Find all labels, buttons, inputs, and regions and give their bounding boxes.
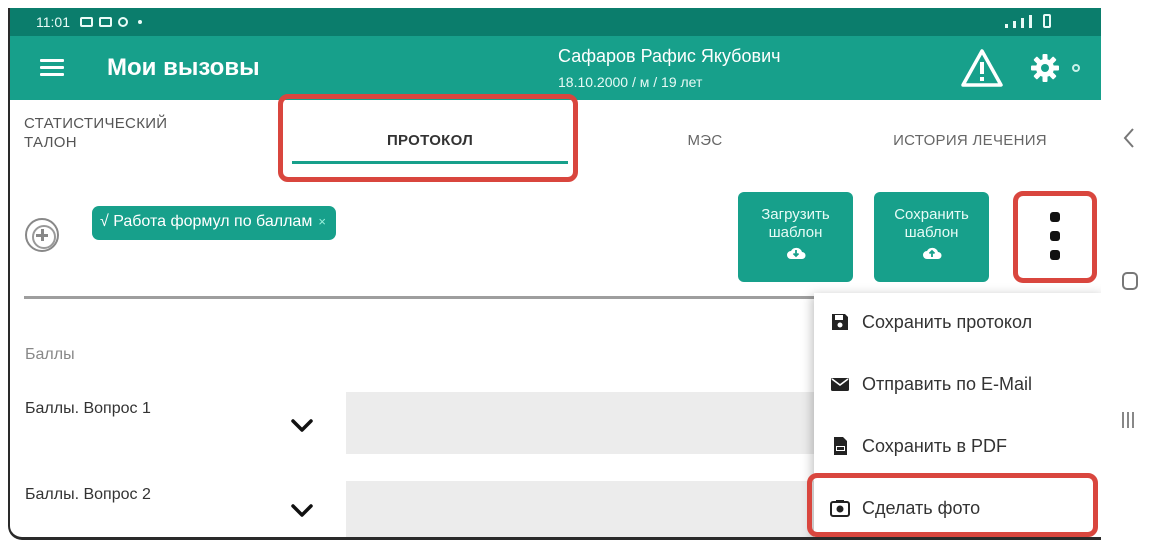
gear-icon[interactable] <box>1030 53 1060 83</box>
question-2-label: Баллы. Вопрос 2 <box>25 486 151 503</box>
signal-icon <box>1005 24 1008 28</box>
pdf-file-icon <box>834 437 847 455</box>
tab-protocol[interactable]: ПРОТОКОЛ <box>290 100 570 176</box>
chip-label: √ Работа формул по баллам <box>100 213 313 230</box>
load-template-button[interactable]: Загрузить шаблон <box>738 192 853 282</box>
tab-label: ИСТОРИЯ ЛЕЧЕНИЯ <box>893 132 1047 149</box>
envelope-icon <box>831 378 849 391</box>
overflow-dot-icon[interactable] <box>1072 64 1080 72</box>
search-icon <box>118 17 128 27</box>
app-screen: 11:01 Мои вызовы Сафаров Рафис Якубович … <box>8 8 1101 540</box>
chevron-down-icon[interactable] <box>290 503 314 519</box>
overflow-menu: Сохранить протокол Отправить по E-Mail С… <box>814 293 1101 537</box>
tab-bar: СТАТИСТИЧЕСКИЙ ТАЛОН ПРОТОКОЛ МЭС ИСТОРИ… <box>10 100 1101 176</box>
button-label: Сохранить <box>894 206 969 223</box>
menu-item-save-pdf[interactable]: Сохранить в PDF <box>814 417 1101 479</box>
tab-label: ТАЛОН <box>24 134 77 151</box>
hamburger-menu-icon[interactable] <box>40 59 64 77</box>
tab-mes[interactable]: МЭС <box>630 100 780 176</box>
floppy-disk-icon <box>832 314 848 330</box>
menu-item-label: Сохранить протокол <box>862 312 1033 332</box>
add-circle-icon[interactable] <box>25 218 59 252</box>
menu-item-label: Отправить по E-Mail <box>862 374 1033 394</box>
save-template-button[interactable]: Сохранить шаблон <box>874 192 989 282</box>
button-label: шаблон <box>904 224 959 241</box>
warning-icon[interactable] <box>960 48 1004 88</box>
question-1-field[interactable] <box>346 392 866 454</box>
status-time: 11:01 <box>36 14 70 30</box>
tab-statistical-ticket[interactable]: СТАТИСТИЧЕСКИЙ ТАЛОН <box>24 100 254 176</box>
patient-name: Сафаров Рафис Якубович <box>558 46 781 66</box>
question-1-label: Баллы. Вопрос 1 <box>25 400 151 417</box>
home-icon[interactable] <box>1122 272 1138 290</box>
camera-icon <box>830 500 850 517</box>
tab-label: МЭС <box>687 132 723 149</box>
chip-close-icon[interactable]: × <box>318 214 326 229</box>
more-options-button[interactable] <box>1029 203 1081 273</box>
gallery-icon <box>99 17 112 27</box>
message-icon <box>80 17 93 27</box>
section-label: Баллы <box>25 346 75 363</box>
button-label: Загрузить <box>761 206 830 223</box>
device-frame: 11:01 Мои вызовы Сафаров Рафис Якубович … <box>0 0 1151 546</box>
status-notification-icons <box>80 17 142 27</box>
cloud-upload-icon <box>922 247 941 259</box>
menu-item-save-protocol[interactable]: Сохранить протокол <box>814 293 1101 355</box>
menu-item-label: Сделать фото <box>862 498 981 518</box>
signal-bar-icon <box>1013 21 1016 28</box>
battery-icon <box>1043 14 1051 28</box>
button-label: шаблон <box>768 224 823 241</box>
back-icon[interactable] <box>1120 126 1138 150</box>
status-bar: 11:01 <box>10 8 1101 36</box>
cloud-download-icon <box>786 247 805 259</box>
tab-label: ПРОТОКОЛ <box>386 132 474 149</box>
signal-bar-icon <box>1029 15 1032 28</box>
recent-apps-icon[interactable] <box>1122 412 1138 430</box>
tab-selected-indicator <box>292 161 568 164</box>
signal-bar-icon <box>1021 18 1024 28</box>
menu-item-label: Сохранить в PDF <box>862 436 1008 456</box>
page-title: Мои вызовы <box>107 54 260 81</box>
app-bar: Мои вызовы Сафаров Рафис Якубович 18.10.… <box>10 36 1101 100</box>
question-2-field[interactable] <box>346 481 866 537</box>
chevron-down-icon[interactable] <box>290 418 314 434</box>
menu-item-send-email[interactable]: Отправить по E-Mail <box>814 355 1101 417</box>
formula-chip[interactable]: √ Работа формул по баллам × <box>92 206 336 240</box>
status-system-icons <box>1005 14 1051 28</box>
notification-dot-icon <box>138 20 142 24</box>
patient-info: 18.10.2000 / м / 19 лет <box>558 74 703 90</box>
menu-item-take-photo[interactable]: Сделать фото <box>814 479 1101 537</box>
tab-label: СТАТИСТИЧЕСКИЙ <box>24 115 168 132</box>
tab-treatment-history[interactable]: ИСТОРИЯ ЛЕЧЕНИЯ <box>850 100 1090 176</box>
